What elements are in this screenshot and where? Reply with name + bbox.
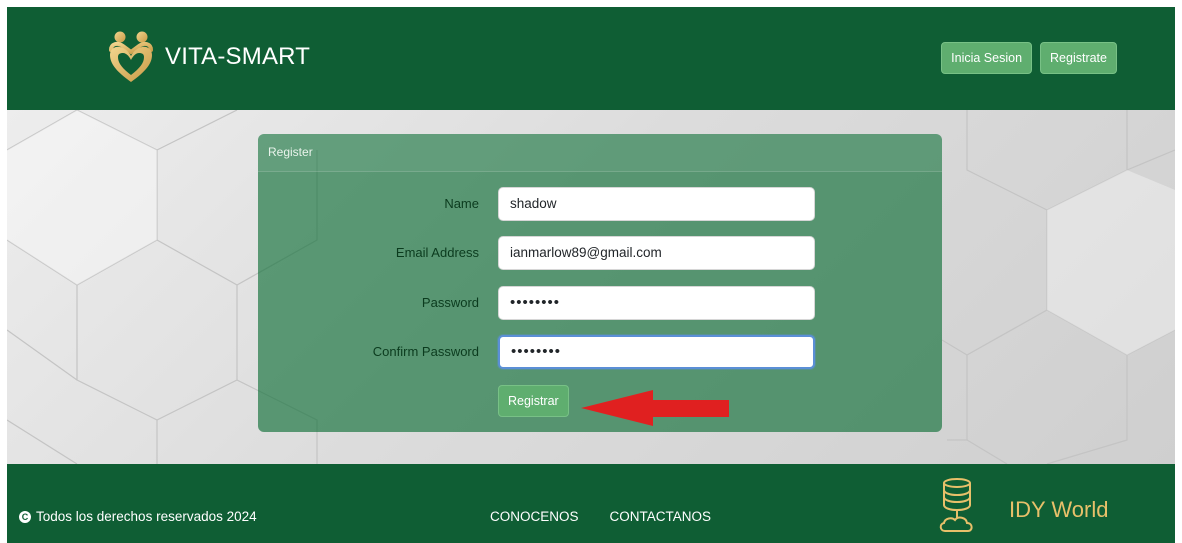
email-label: Email Address (395, 245, 479, 260)
site-footer: C Todos los derechos reservados 2024 CON… (7, 464, 1175, 543)
email-input[interactable]: ianmarlow89@gmail.com (498, 236, 815, 270)
brand-name: VITA-SMART (165, 43, 311, 70)
partner-brand[interactable]: IDY World (935, 476, 1108, 536)
password-label: Password (421, 295, 479, 310)
confirm-password-label: Confirm Password (372, 344, 479, 359)
copyright-text: Todos los derechos reservados 2024 (36, 509, 257, 524)
confirm-password-row: Confirm Password •••••••• (258, 335, 942, 369)
page-frame: VITA-SMART Inicia Sesion Registrate Regi… (7, 7, 1175, 543)
password-input[interactable]: •••••••• (498, 286, 815, 320)
register-card: Register Name shadow Email Address ianma… (258, 134, 942, 432)
heart-family-icon (109, 31, 153, 82)
server-cloud-icon (939, 478, 973, 532)
confirm-password-input[interactable]: •••••••• (498, 335, 815, 369)
copyright-icon: C (19, 510, 31, 523)
register-nav-button[interactable]: Registrate (1040, 42, 1117, 74)
footer-links: CONOCENOS CONTACTANOS (490, 509, 711, 524)
login-button[interactable]: Inicia Sesion (941, 42, 1033, 74)
copyright: C Todos los derechos reservados 2024 (19, 509, 257, 524)
brand[interactable]: VITA-SMART (107, 28, 310, 86)
name-label: Name (444, 196, 479, 211)
email-row: Email Address ianmarlow89@gmail.com (258, 236, 942, 270)
name-input[interactable]: shadow (498, 187, 815, 221)
footer-link-contactanos[interactable]: CONTACTANOS (610, 509, 712, 524)
annotation-arrow-icon (581, 390, 729, 426)
top-strip (0, 0, 1182, 7)
site-header: VITA-SMART Inicia Sesion Registrate (7, 7, 1175, 110)
name-row: Name shadow (258, 187, 942, 221)
footer-link-conocenos[interactable]: CONOCENOS (490, 509, 579, 524)
partner-name: IDY World (1009, 497, 1109, 522)
nav-buttons: Inicia Sesion Registrate (941, 42, 1117, 74)
password-row: Password •••••••• (258, 286, 942, 320)
submit-register-button[interactable]: Registrar (498, 385, 569, 417)
register-card-title: Register (258, 134, 942, 172)
